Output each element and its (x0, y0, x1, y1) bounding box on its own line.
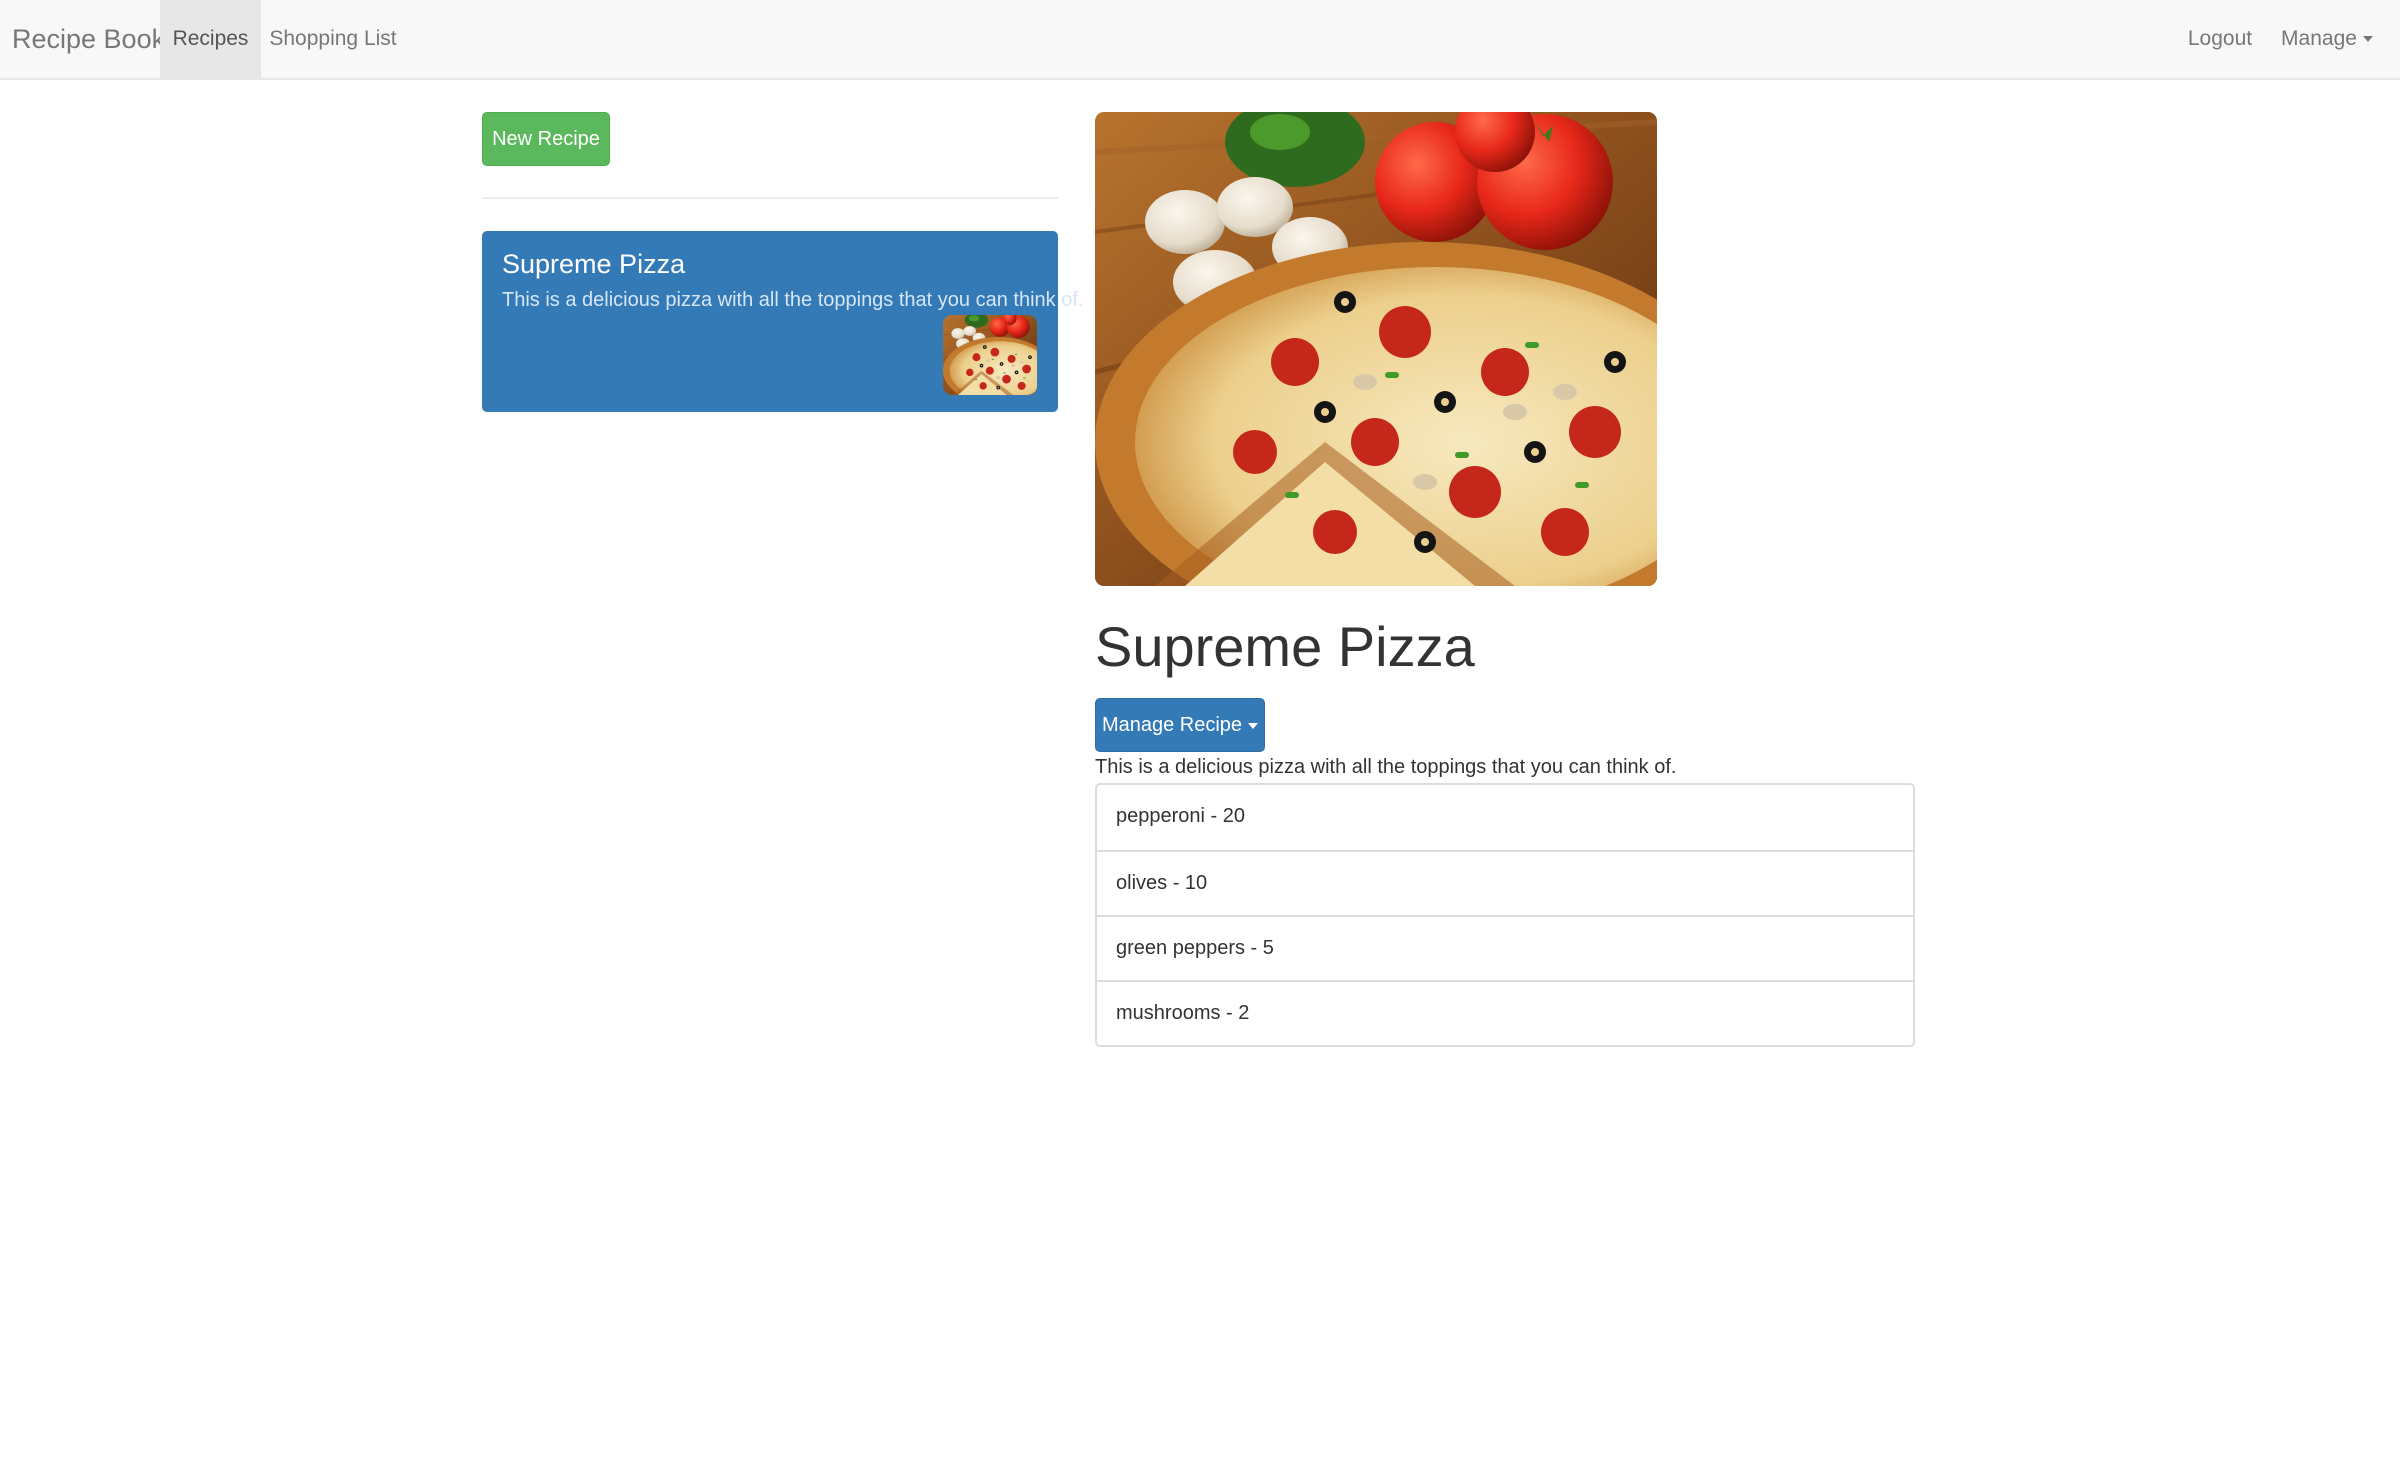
nav-shopping-list-link[interactable]: Shopping List (261, 0, 405, 78)
recipe-image (1095, 112, 1657, 586)
manage-recipe-button[interactable]: Manage Recipe (1095, 698, 1265, 752)
recipe-item-thumbnail (943, 315, 1037, 395)
manage-dropdown-label: Manage (2281, 27, 2357, 50)
top-navbar: Recipe Book Recipes Shopping List Logout… (0, 0, 2400, 80)
recipe-list-item[interactable]: Supreme Pizza This is a delicious pizza … (482, 231, 1083, 412)
brand-link[interactable]: Recipe Book (12, 0, 165, 78)
ingredient-item: pepperoni - 20 (1116, 805, 1245, 827)
logout-link[interactable]: Logout (2178, 0, 2262, 78)
ingredients-list: pepperoni - 20 olives - 10 green peppers… (1095, 783, 1915, 1047)
manage-dropdown[interactable]: Manage (2266, 0, 2388, 78)
recipe-item-description: This is a delicious pizza with all the t… (502, 289, 1084, 311)
ingredient-item: mushrooms - 2 (1097, 980, 1913, 1045)
caret-down-icon (1248, 722, 1259, 729)
ingredient-item: olives - 10 (1097, 850, 1913, 915)
recipe-item-title: Supreme Pizza (502, 249, 686, 279)
manage-recipe-label: Manage Recipe (1101, 714, 1243, 736)
caret-down-icon (2362, 36, 2373, 43)
nav-recipes-link[interactable]: Recipes (160, 0, 261, 78)
new-recipe-button[interactable]: New Recipe (482, 112, 610, 166)
ingredient-item: green peppers - 5 (1097, 915, 1913, 980)
divider (482, 197, 1058, 199)
recipe-title: Supreme Pizza (1095, 615, 1475, 678)
recipe-description: This is a delicious pizza with all the t… (1095, 756, 1677, 778)
